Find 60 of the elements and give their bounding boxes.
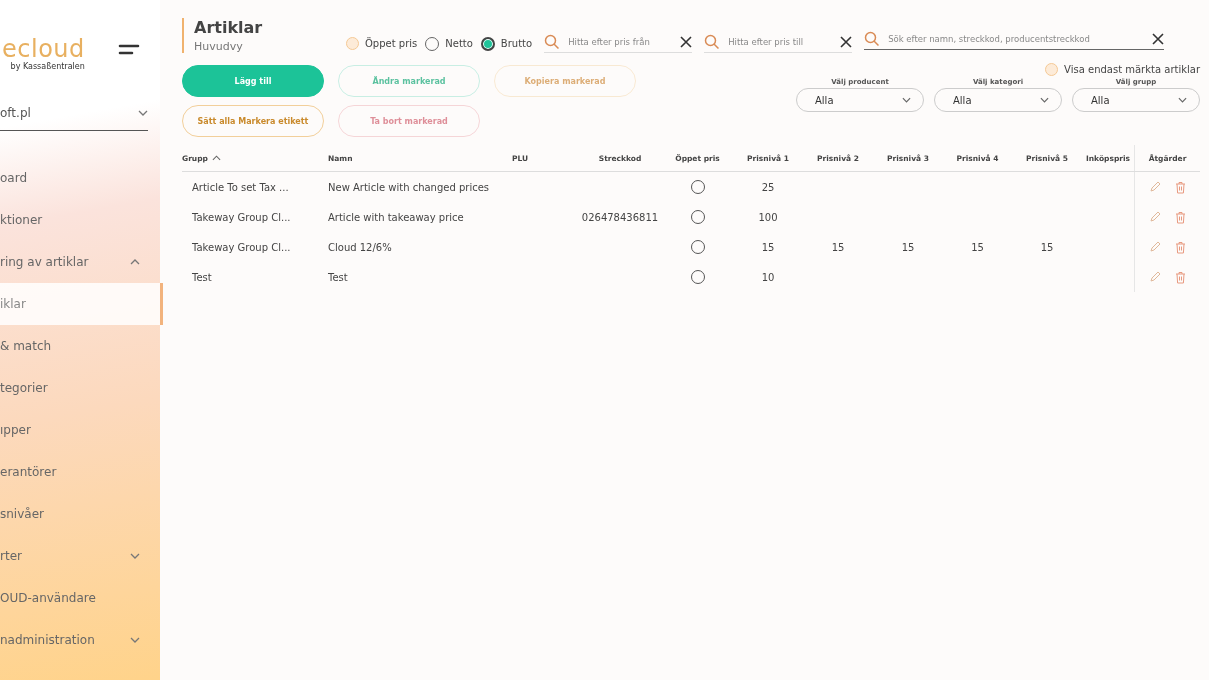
sidebar-item[interactable]: iklar <box>0 283 163 325</box>
table-cell-text: Cloud 12/6% <box>328 241 393 253</box>
sidebar-item[interactable]: erantörer <box>0 451 160 493</box>
logo-subtitle: by Kassaßentralen <box>10 61 85 71</box>
chevron-up-icon[interactable] <box>130 259 140 265</box>
sidebar-item[interactable]: ring av artiklar <box>0 241 160 283</box>
table-cell-text: Takeway Group Cl... <box>191 211 292 223</box>
sidebar-item[interactable]: OUD-användare <box>0 577 160 619</box>
marked-only-toggle[interactable]: Visa endast märkta artiklar <box>1045 63 1200 76</box>
price-option[interactable]: Brutto <box>480 36 533 51</box>
table-cell-text: Test <box>328 271 349 283</box>
trash-icon[interactable] <box>1175 270 1186 284</box>
price-option[interactable]: Netto <box>425 36 473 51</box>
chevron-down-icon <box>1040 97 1049 103</box>
sidebar-item[interactable]: rter <box>0 535 160 577</box>
page-subtitle: Huvudvy <box>194 40 244 53</box>
table-cell: 25 <box>761 181 775 193</box>
company-select[interactable]: oft.pl <box>0 106 148 131</box>
table-cell: 15 <box>761 241 775 253</box>
table-cell: 15 <box>831 241 845 253</box>
table-cell: 15 <box>901 241 915 253</box>
chevron-down-icon[interactable] <box>130 553 140 559</box>
search-field[interactable]: Hitta efter pris till <box>726 36 835 48</box>
close-icon[interactable] <box>1152 33 1165 45</box>
logo-text: ecloud <box>2 35 85 62</box>
trash-icon[interactable] <box>1175 240 1186 254</box>
table-cell: 15 <box>1040 241 1054 253</box>
close-icon[interactable] <box>680 36 693 48</box>
table-cell-text: Test <box>191 271 213 283</box>
sort-up-icon[interactable] <box>211 155 221 161</box>
page-title: Artiklar <box>194 18 264 37</box>
table-cell: 10 <box>761 271 775 283</box>
sidebar-item[interactable]: tegorier <box>0 367 160 409</box>
table-cell-text: Article To set Tax ... <box>191 181 290 193</box>
table-cell-text: Article with takeaway price <box>328 211 465 223</box>
search-field[interactable]: Sök efter namn, streckkod, producentstreckkod <box>886 33 1147 45</box>
sidebar-item[interactable]: nadministration <box>0 619 160 661</box>
table-cell-text: Takeway Group Cl... <box>191 241 292 253</box>
chevron-down-icon <box>1178 97 1187 103</box>
search-icon <box>704 34 721 50</box>
table-cell: 026478436811 <box>581 211 659 223</box>
close-icon[interactable] <box>840 36 853 48</box>
chevron-down-icon[interactable] <box>130 637 140 643</box>
sidebar-item[interactable]: snivåer <box>0 493 160 535</box>
chevron-down-icon <box>138 110 148 116</box>
trash-icon[interactable] <box>1175 210 1186 224</box>
chevron-down-icon <box>902 97 911 103</box>
trash-icon[interactable] <box>1175 180 1186 194</box>
price-option[interactable]: Öppet pris <box>346 36 418 51</box>
sidebar-item[interactable]: oard <box>0 157 160 199</box>
sidebar-item[interactable]: ıpper <box>0 409 160 451</box>
search-icon <box>544 34 561 50</box>
table-cell-text: New Article with changed prices <box>328 181 491 193</box>
table-cell: 15 <box>971 241 984 253</box>
search-field[interactable]: Hitta efter pris från <box>566 36 675 48</box>
table-cell: 100 <box>758 211 778 223</box>
search-icon <box>864 31 881 47</box>
sidebar-item[interactable]: & match <box>0 325 160 367</box>
sidebar-item[interactable]: ktioner <box>0 199 160 241</box>
menu-icon[interactable] <box>118 43 140 57</box>
